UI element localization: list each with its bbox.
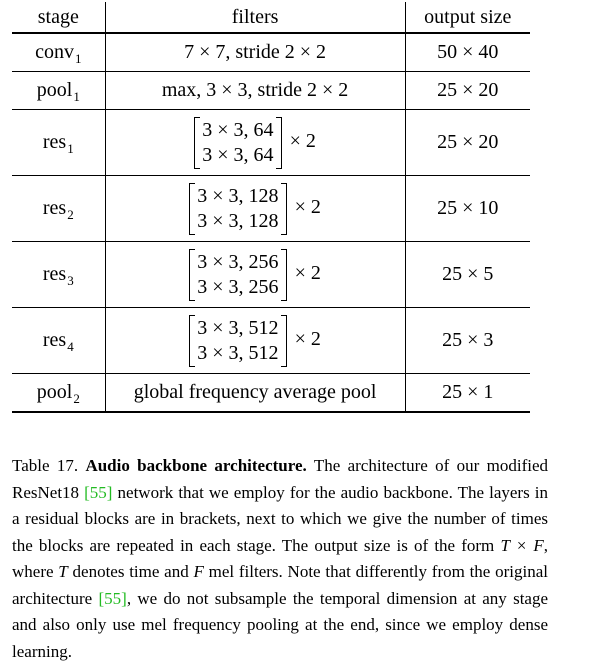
math-symbol: T [58, 562, 68, 581]
repeat-count: × 2 [294, 328, 321, 351]
matrix-rows: 3 × 3, 256 3 × 3, 256 [195, 250, 280, 300]
block-matrix: 3 × 3, 256 3 × 3, 256 [189, 248, 287, 301]
math-expression: T × F [500, 535, 544, 555]
page: { "table": { "headers": ["stage", "filte… [0, 0, 599, 668]
stage-subscript: 3 [67, 273, 74, 288]
stage-name: res [42, 197, 67, 219]
matrix-rows: 3 × 3, 512 3 × 3, 512 [195, 316, 280, 366]
stage-cell: pool1 [12, 71, 106, 110]
repeat-count: × 2 [289, 130, 316, 153]
caption-label: Table 17. [12, 456, 79, 475]
output-size-cell: 25 × 5 [405, 241, 530, 308]
table-header-row: stage filters output size [12, 2, 530, 34]
filters-cell: global frequency average pool [105, 373, 406, 413]
stage-name: pool [36, 381, 73, 403]
table-row-res4: res4 3 × 3, 512 3 × 3, 512 × 2 25 × 3 [12, 307, 530, 374]
matrix-row: 3 × 3, 64 [202, 118, 274, 141]
table-row-conv1: conv1 7 × 7, stride 2 × 2 50 × 40 [12, 33, 530, 72]
repeat-count: × 2 [294, 262, 321, 285]
stage-cell: res3 [12, 241, 106, 308]
header-stage: stage [12, 2, 106, 34]
filters-cell: 3 × 3, 512 3 × 3, 512 × 2 [105, 307, 406, 374]
stage-name: conv [35, 41, 74, 63]
output-size-cell: 25 × 20 [405, 71, 530, 110]
stage-subscript: 4 [67, 339, 74, 354]
stage-subscript: 2 [67, 207, 74, 222]
matrix-row: 3 × 3, 512 [197, 316, 279, 339]
header-output-size: output size [405, 2, 530, 34]
right-bracket [280, 314, 287, 367]
stage-cell: res4 [12, 307, 106, 374]
architecture-table: stage filters output size conv1 7 × 7, s… [12, 2, 530, 413]
filters-cell: 3 × 3, 256 3 × 3, 256 × 2 [105, 241, 406, 308]
matrix-row: 3 × 3, 512 [197, 341, 279, 364]
output-size-cell: 25 × 10 [405, 175, 530, 242]
stage-subscript: 1 [73, 89, 80, 104]
stage-subscript: 2 [73, 391, 80, 406]
stage-subscript: 1 [74, 51, 82, 66]
stage-cell: res1 [12, 109, 106, 176]
stage-cell: conv1 [12, 33, 106, 72]
matrix-rows: 3 × 3, 64 3 × 3, 64 [200, 118, 275, 168]
caption-title: Audio backbone architecture. [85, 456, 307, 475]
right-bracket [280, 182, 287, 235]
table-row-res1: res1 3 × 3, 64 3 × 3, 64 × 2 25 × 20 [12, 109, 530, 176]
stage-name: res [42, 329, 67, 351]
citation-link[interactable]: [55] [99, 589, 127, 608]
stage-name: pool [36, 79, 73, 101]
matrix-row: 3 × 3, 128 [197, 184, 279, 207]
block-matrix: 3 × 3, 128 3 × 3, 128 [189, 182, 287, 235]
right-bracket [280, 248, 287, 301]
repeat-count: × 2 [294, 196, 321, 219]
output-size-cell: 25 × 20 [405, 109, 530, 176]
table-row-pool2: pool2 global frequency average pool 25 ×… [12, 373, 530, 413]
stage-name: res [42, 131, 67, 153]
filters-cell: 7 × 7, stride 2 × 2 [105, 33, 406, 72]
table-row-pool1: pool1 max, 3 × 3, stride 2 × 2 25 × 20 [12, 71, 530, 110]
filters-cell: 3 × 3, 64 3 × 3, 64 × 2 [105, 109, 406, 176]
output-size-cell: 25 × 3 [405, 307, 530, 374]
filters-cell: 3 × 3, 128 3 × 3, 128 × 2 [105, 175, 406, 242]
math-symbol: F [193, 562, 204, 581]
block-matrix: 3 × 3, 512 3 × 3, 512 [189, 314, 287, 367]
table-row-res3: res3 3 × 3, 256 3 × 3, 256 × 2 25 × 5 [12, 241, 530, 308]
right-bracket [275, 116, 282, 169]
block-matrix: 3 × 3, 64 3 × 3, 64 [194, 116, 282, 169]
stage-cell: pool2 [12, 373, 106, 413]
matrix-rows: 3 × 3, 128 3 × 3, 128 [195, 184, 280, 234]
citation-link[interactable]: [55] [84, 483, 112, 502]
stage-name: res [42, 263, 67, 285]
output-size-cell: 50 × 40 [405, 33, 530, 72]
stage-cell: res2 [12, 175, 106, 242]
table-row-res2: res2 3 × 3, 128 3 × 3, 128 × 2 25 × 10 [12, 175, 530, 242]
matrix-row: 3 × 3, 256 [197, 250, 279, 273]
header-filters: filters [105, 2, 406, 34]
matrix-row: 3 × 3, 128 [197, 209, 279, 232]
table-caption: Table 17. Audio backbone architecture. T… [12, 453, 548, 665]
matrix-row: 3 × 3, 256 [197, 275, 279, 298]
stage-subscript: 1 [67, 141, 74, 156]
output-size-cell: 25 × 1 [405, 373, 530, 413]
matrix-row: 3 × 3, 64 [202, 143, 274, 166]
filters-cell: max, 3 × 3, stride 2 × 2 [105, 71, 406, 110]
caption-text: denotes time and [67, 562, 194, 581]
